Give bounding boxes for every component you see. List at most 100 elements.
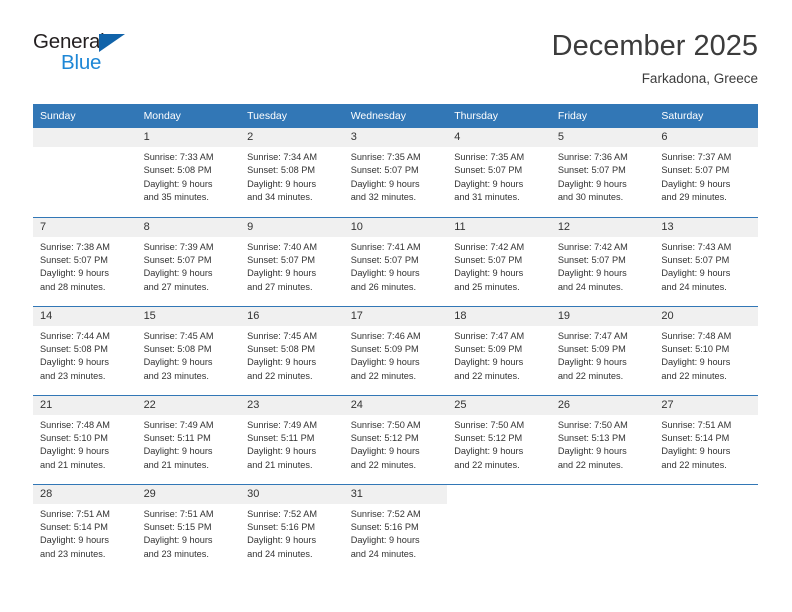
detail-daylight-line2: and 24 minutes. [247,548,313,559]
day-details: Sunrise: 7:46 AM Sunset: 5:09 PM Daylight:… [344,326,448,384]
calendar-day-cell[interactable]: 20 Sunrise: 7:48 AM Sunset: 5:10 PM Dayligh… [654,305,758,395]
detail-sunrise: Sunrise: 7:50 AM [557,419,628,430]
calendar-day-cell[interactable]: 21 Sunrise: 7:48 AM Sunset: 5:10 PM Dayligh… [33,394,137,484]
day-number: 3 [343,128,448,147]
calendar-day-cell[interactable]: 18 Sunrise: 7:47 AM Sunset: 5:09 PM Dayligh… [447,305,551,395]
day-details: Sunrise: 7:51 AM Sunset: 5:14 PM Daylight:… [33,504,137,562]
day-details: Sunrise: 7:40 AM Sunset: 5:07 PM Daylight:… [240,237,344,295]
day-details: Sunrise: 7:35 AM Sunset: 5:07 PM Daylight:… [344,147,448,205]
detail-daylight-line2: and 22 minutes. [661,370,727,381]
detail-sunset: Sunset: 5:12 PM [454,432,523,443]
day-details: Sunrise: 7:42 AM Sunset: 5:07 PM Daylight:… [551,237,655,295]
detail-sunset: Sunset: 5:07 PM [557,165,626,176]
calendar-day-cell[interactable]: 25 Sunrise: 7:50 AM Sunset: 5:12 PM Dayligh… [447,394,551,484]
day-number: 30 [240,484,344,504]
calendar-day-cell[interactable]: 26 Sunrise: 7:50 AM Sunset: 5:13 PM Dayligh… [550,394,655,484]
detail-daylight-line1: Daylight: 9 hours [661,268,731,279]
day-cell-inner [550,484,655,573]
calendar-day-cell[interactable]: 12 Sunrise: 7:42 AM Sunset: 5:07 PM Dayligh… [550,216,655,306]
detail-daylight-line2: and 22 minutes. [557,459,624,470]
detail-sunset: Sunset: 5:09 PM [454,343,523,354]
detail-daylight-line2: and 22 minutes. [350,459,417,470]
day-cell-inner: 26 Sunrise: 7:50 AM Sunset: 5:13 PM Dayligh… [550,395,655,484]
title-block: December 2025 Farkadona, Greece [552,28,758,89]
detail-sunrise: Sunrise: 7:36 AM [557,152,628,162]
detail-daylight-line1: Daylight: 9 hours [143,535,213,546]
day-cell-inner: 15 Sunrise: 7:45 AM Sunset: 5:08 PM Dayligh… [136,306,241,395]
detail-sunrise: Sunrise: 7:45 AM [143,330,214,341]
day-details: Sunrise: 7:49 AM Sunset: 5:11 PM Daylight:… [137,415,241,473]
calendar-day-cell[interactable]: 31 Sunrise: 7:52 AM Sunset: 5:16 PM Dayligh… [343,483,448,573]
day-details: Sunrise: 7:33 AM Sunset: 5:08 PM Daylight:… [137,147,241,205]
calendar-day-cell[interactable]: 28 Sunrise: 7:51 AM Sunset: 5:14 PM Dayligh… [33,483,137,573]
calendar-body: 1 Sunrise: 7:33 AM Sunset: 5:08 PM Daylight… [33,128,758,573]
detail-sunrise: Sunrise: 7:43 AM [661,241,732,252]
detail-sunrise: Sunrise: 7:47 AM [454,330,525,341]
detail-daylight-line2: and 27 minutes. [247,281,313,292]
detail-sunrise: Sunrise: 7:42 AM [454,241,525,252]
detail-daylight-line2: and 23 minutes. [40,370,106,381]
calendar-day-cell[interactable]: 5 Sunrise: 7:36 AM Sunset: 5:07 PM Daylight… [550,128,655,217]
calendar-day-cell[interactable]: 19 Sunrise: 7:47 AM Sunset: 5:09 PM Dayligh… [550,305,655,395]
calendar-day-cell[interactable]: 13 Sunrise: 7:43 AM Sunset: 5:07 PM Dayligh… [654,216,758,306]
calendar-day-cell[interactable]: 29 Sunrise: 7:51 AM Sunset: 5:15 PM Dayligh… [136,483,241,573]
calendar-day-cell[interactable]: 10 Sunrise: 7:41 AM Sunset: 5:07 PM Dayligh… [343,216,448,306]
calendar-day-cell[interactable]: 22 Sunrise: 7:49 AM Sunset: 5:11 PM Dayligh… [136,394,241,484]
calendar-day-cell[interactable]: 1 Sunrise: 7:33 AM Sunset: 5:08 PM Daylight… [136,128,241,217]
detail-daylight-line1: Daylight: 9 hours [661,446,731,457]
detail-daylight-line1: Daylight: 9 hours [557,446,627,457]
detail-sunrise: Sunrise: 7:37 AM [661,152,732,162]
calendar-day-cell[interactable]: 4 Sunrise: 7:35 AM Sunset: 5:07 PM Daylight… [447,128,551,217]
detail-sunrise: Sunrise: 7:39 AM [143,241,214,252]
day-cell-inner: 12 Sunrise: 7:42 AM Sunset: 5:07 PM Dayligh… [550,217,655,306]
detail-daylight-line1: Daylight: 9 hours [247,357,317,368]
day-details: Sunrise: 7:50 AM Sunset: 5:12 PM Daylight:… [344,415,448,473]
detail-sunrise: Sunrise: 7:46 AM [350,330,421,341]
day-number: 14 [33,306,137,326]
detail-sunset: Sunset: 5:09 PM [350,343,419,354]
detail-daylight-line2: and 22 minutes. [661,459,727,470]
calendar-day-cell[interactable]: 11 Sunrise: 7:42 AM Sunset: 5:07 PM Dayligh… [447,216,551,306]
calendar-empty-cell [447,483,551,573]
calendar-day-cell[interactable]: 24 Sunrise: 7:50 AM Sunset: 5:12 PM Dayligh… [343,394,448,484]
detail-sunrise: Sunrise: 7:35 AM [454,152,525,162]
detail-sunrise: Sunrise: 7:50 AM [454,419,525,430]
detail-sunrise: Sunrise: 7:49 AM [143,419,214,430]
day-cell-inner: 23 Sunrise: 7:49 AM Sunset: 5:11 PM Dayligh… [240,395,344,484]
detail-sunset: Sunset: 5:10 PM [661,343,730,354]
detail-sunset: Sunset: 5:08 PM [143,165,212,176]
calendar-day-cell[interactable]: 3 Sunrise: 7:35 AM Sunset: 5:07 PM Daylight… [343,128,448,217]
calendar-day-cell[interactable]: 7 Sunrise: 7:38 AM Sunset: 5:07 PM Daylight… [33,216,137,306]
weekday-header-sunday: Sunday [33,104,137,128]
day-cell-inner: 18 Sunrise: 7:47 AM Sunset: 5:09 PM Dayligh… [447,306,551,395]
detail-daylight-line1: Daylight: 9 hours [557,178,627,189]
calendar-day-cell[interactable]: 23 Sunrise: 7:49 AM Sunset: 5:11 PM Dayligh… [240,394,344,484]
weekday-header-friday: Friday [550,104,655,128]
detail-daylight-line2: and 21 minutes. [40,459,106,470]
calendar-day-cell[interactable]: 17 Sunrise: 7:46 AM Sunset: 5:09 PM Dayligh… [343,305,448,395]
calendar-day-cell[interactable]: 6 Sunrise: 7:37 AM Sunset: 5:07 PM Daylight… [654,128,758,217]
calendar-day-cell[interactable]: 2 Sunrise: 7:34 AM Sunset: 5:08 PM Daylight… [240,128,344,217]
calendar-day-cell[interactable]: 9 Sunrise: 7:40 AM Sunset: 5:07 PM Daylight… [240,216,344,306]
detail-daylight-line2: and 22 minutes. [454,370,520,381]
general-blue-logo[interactable]: General Blue [33,28,138,82]
calendar-day-cell[interactable]: 16 Sunrise: 7:45 AM Sunset: 5:08 PM Dayligh… [240,305,344,395]
detail-daylight-line1: Daylight: 9 hours [143,446,213,457]
day-details: Sunrise: 7:51 AM Sunset: 5:14 PM Daylight:… [654,415,758,473]
detail-daylight-line2: and 22 minutes. [247,370,313,381]
day-details: Sunrise: 7:41 AM Sunset: 5:07 PM Daylight:… [344,237,448,295]
day-number: 17 [343,306,448,326]
day-number: 5 [550,128,655,147]
calendar-day-cell[interactable]: 14 Sunrise: 7:44 AM Sunset: 5:08 PM Dayligh… [33,305,137,395]
detail-daylight-line2: and 22 minutes. [557,370,624,381]
detail-daylight-line1: Daylight: 9 hours [661,357,731,368]
calendar-day-cell[interactable]: 15 Sunrise: 7:45 AM Sunset: 5:08 PM Dayligh… [136,305,241,395]
calendar-day-cell[interactable]: 8 Sunrise: 7:39 AM Sunset: 5:07 PM Daylight… [136,216,241,306]
calendar-day-cell[interactable]: 27 Sunrise: 7:51 AM Sunset: 5:14 PM Dayligh… [654,394,758,484]
detail-daylight-line2: and 25 minutes. [454,281,520,292]
detail-sunset: Sunset: 5:07 PM [454,165,523,176]
day-cell-inner: 17 Sunrise: 7:46 AM Sunset: 5:09 PM Dayligh… [343,306,448,395]
calendar-day-cell[interactable]: 30 Sunrise: 7:52 AM Sunset: 5:16 PM Dayligh… [240,483,344,573]
detail-sunrise: Sunrise: 7:51 AM [40,508,110,519]
calendar-week-row: 21 Sunrise: 7:48 AM Sunset: 5:10 PM Dayligh… [33,394,758,484]
